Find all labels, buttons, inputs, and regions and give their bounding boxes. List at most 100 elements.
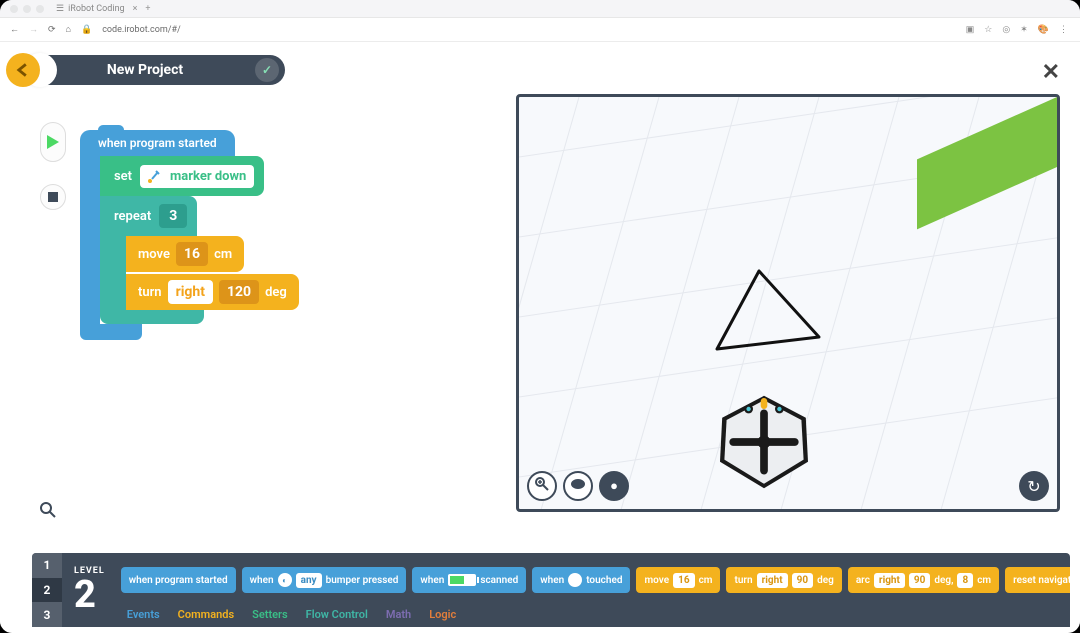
level-number: 2: [74, 576, 105, 614]
pb-param: 90: [792, 573, 813, 588]
tab-title: iRobot Coding: [68, 4, 125, 14]
lock-icon: 🔒: [81, 25, 92, 35]
palette-when-scanned[interactable]: when scanned: [412, 567, 526, 593]
stop-button[interactable]: [40, 184, 66, 210]
level-2-button[interactable]: 2: [32, 578, 62, 603]
project-title: New Project: [35, 62, 255, 78]
pb-prefix: when: [540, 575, 564, 586]
magnifier-icon: [40, 502, 56, 518]
pb-unit: cm: [699, 575, 713, 586]
pb-param: 16: [673, 573, 694, 588]
set-marker-block[interactable]: set marker down: [100, 156, 264, 196]
home-icon[interactable]: ⌂: [66, 24, 71, 35]
marker-down-icon: [146, 169, 162, 185]
browser-tab[interactable]: ☰ iRobot Coding ×: [56, 4, 137, 14]
cat-commands[interactable]: Commands: [178, 608, 234, 621]
address-bar[interactable]: ← → ⟳ ⌂ 🔒 code.irobot.com/#/ ▣ ☆ ◎ ✶ 🎨 ⋮: [0, 18, 1080, 42]
palette-arc[interactable]: arc right 90 deg, 8 cm: [848, 567, 999, 593]
palette-when-touched[interactable]: when touched: [532, 567, 630, 593]
pb-param: 90: [909, 573, 930, 588]
pb-param: any: [296, 573, 322, 588]
pb-label: when program started: [129, 575, 228, 586]
close-panel-button[interactable]: ✕: [1042, 60, 1060, 85]
pb-unit: deg: [817, 575, 834, 586]
tab-favicon: ☰: [56, 4, 64, 14]
pb-param: right: [874, 573, 905, 588]
palette-when-started[interactable]: when program started: [121, 567, 236, 593]
reset-sim-button[interactable]: ↻: [1019, 471, 1049, 501]
ext2-icon[interactable]: ◎: [1002, 25, 1010, 35]
robot-icon: [570, 478, 586, 494]
cat-setters[interactable]: Setters: [252, 608, 288, 621]
pb-label: move: [644, 575, 669, 586]
event-when-started-block[interactable]: when program started: [80, 130, 235, 156]
circle-fill-icon: ●: [610, 478, 618, 494]
event-foot: [80, 324, 142, 340]
pb-label: arc: [856, 575, 870, 586]
reload-icon[interactable]: ⟳: [48, 25, 56, 35]
ext4-icon[interactable]: 🎨: [1038, 25, 1049, 35]
move-block[interactable]: move 16 cm: [126, 236, 244, 272]
arrow-left-icon: [16, 63, 30, 77]
set-label: set: [114, 169, 132, 184]
touch-icon: [568, 573, 582, 587]
pb-suffix: bumper pressed: [326, 575, 399, 586]
drawn-triangle: [699, 267, 839, 367]
follow-robot-button[interactable]: [563, 471, 593, 501]
palette-move[interactable]: move 16 cm: [636, 567, 720, 593]
play-icon: [47, 135, 59, 149]
palette-when-bumper[interactable]: when ◐ any bumper pressed: [242, 567, 407, 593]
url-text: code.irobot.com/#/: [102, 25, 181, 35]
cat-events[interactable]: Events: [127, 608, 160, 621]
star-icon[interactable]: ☆: [984, 25, 992, 35]
ext3-icon[interactable]: ✶: [1020, 25, 1028, 35]
simulator-viewport[interactable]: ● ↻: [516, 94, 1060, 512]
ext1-icon[interactable]: ▣: [966, 25, 975, 35]
turn-dir-field[interactable]: right: [168, 280, 213, 304]
robot-sprite[interactable]: [709, 387, 819, 497]
level-display: LEVEL 2: [62, 553, 117, 627]
move-label: move: [138, 247, 170, 262]
pb-prefix: when: [250, 575, 274, 586]
cat-logic[interactable]: Logic: [429, 608, 456, 621]
view-mode-button[interactable]: ●: [599, 471, 629, 501]
zoom-in-icon: [535, 477, 549, 495]
nav-forward-icon: →: [29, 24, 38, 35]
level-selector: 1 2 3: [32, 553, 62, 627]
palette-blocks-row[interactable]: when program started when ◐ any bumper p…: [117, 553, 1070, 601]
cat-flow-control[interactable]: Flow Control: [306, 608, 368, 621]
menu-icon[interactable]: ⋮: [1059, 25, 1068, 35]
pb-param: 8: [957, 573, 973, 588]
new-tab-button[interactable]: +: [145, 4, 150, 14]
turn-unit: deg: [265, 285, 287, 300]
level-1-button[interactable]: 1: [32, 553, 62, 578]
event-body: [80, 156, 100, 332]
nav-back-icon[interactable]: ←: [10, 24, 19, 35]
globe-check-icon: ✓: [262, 63, 272, 77]
run-button[interactable]: [40, 122, 66, 162]
search-button[interactable]: [40, 502, 56, 522]
sync-badge[interactable]: ✓: [255, 58, 279, 82]
pb-suffix: scanned: [480, 575, 518, 586]
palette-reset-nav[interactable]: reset navigation: [1005, 567, 1070, 593]
marker-down-chip[interactable]: marker down: [140, 165, 254, 188]
reload-arrow-icon: ↻: [1027, 477, 1040, 496]
traffic-lights[interactable]: [10, 5, 44, 13]
tab-close-icon[interactable]: ×: [133, 4, 138, 14]
pb-unit: cm: [977, 575, 991, 586]
palette-turn[interactable]: turn right 90 deg: [726, 567, 841, 593]
repeat-block[interactable]: repeat 3: [100, 196, 197, 236]
marker-label: marker down: [170, 169, 246, 184]
turn-value-field[interactable]: 120: [219, 280, 259, 304]
back-button[interactable]: [6, 53, 40, 87]
cat-math[interactable]: Math: [386, 608, 411, 621]
pb-suffix: touched: [586, 575, 622, 586]
turn-block[interactable]: turn right 120 deg: [126, 274, 299, 310]
level-3-button[interactable]: 3: [32, 602, 62, 627]
when-started-label: when program started: [98, 136, 217, 150]
repeat-count-field[interactable]: 3: [159, 204, 187, 228]
move-value-field[interactable]: 16: [176, 242, 208, 266]
zoom-button[interactable]: [527, 471, 557, 501]
pb-label: reset navigation: [1013, 575, 1070, 586]
pb-param: right: [757, 573, 788, 588]
